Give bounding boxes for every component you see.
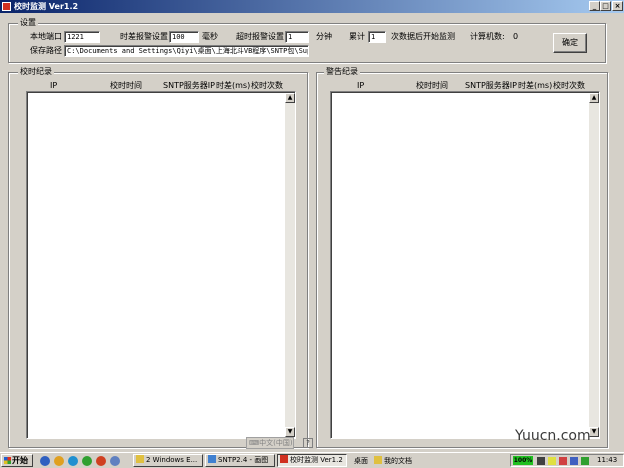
alarm-log-list[interactable]: ▲ ▼ <box>330 91 600 439</box>
save-path-label: 保存路径 <box>30 46 62 55</box>
alarm-col-ip[interactable]: IP <box>357 81 364 91</box>
timeout-input[interactable]: 1 <box>285 31 309 43</box>
app-icon <box>2 2 11 11</box>
time-diff-label: 时差报警设置 <box>120 32 168 41</box>
keyboard-icon: ⌨ <box>249 439 260 447</box>
timing-col-diff[interactable]: 时差(ms) <box>216 81 250 91</box>
task-label: SNTP2.4 - 画图 <box>218 456 269 464</box>
start-button[interactable]: 开始 <box>1 454 33 467</box>
quicklaunch-browser-icon[interactable] <box>54 456 64 466</box>
app-icon <box>280 455 288 463</box>
computer-count-value: 0 <box>513 32 519 41</box>
quicklaunch-app-icon[interactable] <box>110 456 120 466</box>
local-port-input[interactable]: 1221 <box>64 31 100 43</box>
scroll-down-button[interactable]: ▼ <box>285 427 295 437</box>
clock[interactable]: 11:43 <box>597 456 617 465</box>
paint-icon <box>208 455 216 463</box>
windows-flag-icon <box>4 457 11 464</box>
my-documents-toolbar[interactable]: 我的文档 <box>374 456 412 466</box>
alarm-log-title: 警告纪录 <box>324 66 360 77</box>
timeout-unit: 分钟 <box>316 32 332 41</box>
window-title: 校时监测 Ver1.2 <box>14 2 79 11</box>
network-icon[interactable] <box>537 457 545 465</box>
quicklaunch-ie-icon[interactable] <box>40 456 50 466</box>
ime-help-icon[interactable]: ? <box>303 438 313 448</box>
quicklaunch-media-icon[interactable] <box>68 456 78 466</box>
alarm-col-diff[interactable]: 时差(ms) <box>518 81 552 91</box>
alarm-col-server[interactable]: SNTP服务器IP <box>465 81 517 91</box>
settings-group-title: 设置 <box>18 17 38 28</box>
scroll-up-button[interactable]: ▲ <box>285 93 295 103</box>
title-bar[interactable]: 校时监测 Ver1.2 _ □ × <box>0 0 624 13</box>
antivirus-icon[interactable] <box>559 457 567 465</box>
timing-col-count[interactable]: 校时次数 <box>251 81 283 91</box>
timing-col-server[interactable]: SNTP服务器IP <box>163 81 215 91</box>
my-documents-label: 我的文档 <box>384 457 412 465</box>
timing-log-scrollbar[interactable]: ▲ ▼ <box>285 93 295 437</box>
alarm-col-count[interactable]: 校时次数 <box>553 81 585 91</box>
task-paint[interactable]: SNTP2.4 - 画图 <box>205 454 275 467</box>
battery-indicator[interactable]: 100% <box>513 456 533 465</box>
accum-label: 累计 <box>349 32 365 41</box>
task-windows-explorer[interactable]: 2 Windows E... <box>133 454 203 467</box>
accum-suffix: 次数据后开始监测 <box>391 32 455 41</box>
quicklaunch-tool-icon[interactable] <box>82 456 92 466</box>
save-path-input[interactable]: C:\Documents and Settings\Qiyi\桌面\上海北斗VB… <box>64 45 309 57</box>
alarm-log-scrollbar[interactable]: ▲ ▼ <box>589 93 599 437</box>
quicklaunch-shield-icon[interactable] <box>96 456 106 466</box>
settings-group <box>8 23 606 63</box>
desktop-toolbar-label[interactable]: 桌面 <box>354 456 368 466</box>
time-diff-input[interactable]: 100 <box>169 31 199 43</box>
folder-icon <box>136 455 144 463</box>
computer-count-label: 计算机数: <box>470 32 505 41</box>
timing-log-list[interactable]: ▲ ▼ <box>26 91 296 439</box>
taskbar: 开始 2 Windows E... SNTP2.4 - 画图 校时监测 Ver1… <box>0 452 624 468</box>
speaker-icon[interactable] <box>548 457 556 465</box>
task-label: 2 Windows E... <box>146 456 198 464</box>
task-label: 校时监测 Ver1.2 <box>290 456 343 464</box>
local-port-label: 本地端口 <box>30 32 62 41</box>
task-timing-monitor[interactable]: 校时监测 Ver1.2 <box>277 454 347 467</box>
close-button[interactable]: × <box>612 1 623 11</box>
timing-log-title: 校时纪录 <box>18 66 54 77</box>
alarm-col-time[interactable]: 校时时间 <box>416 81 448 91</box>
timeout-label: 超时报警设置 <box>236 32 284 41</box>
scroll-up-button[interactable]: ▲ <box>589 93 599 103</box>
tray-app-icon[interactable] <box>570 457 578 465</box>
ime-label: 中文(中国) <box>259 439 293 447</box>
accum-input[interactable]: 1 <box>368 31 386 43</box>
timing-col-time[interactable]: 校时时间 <box>110 81 142 91</box>
timing-col-ip[interactable]: IP <box>50 81 57 91</box>
maximize-button[interactable]: □ <box>600 1 611 11</box>
start-label: 开始 <box>12 456 28 465</box>
ime-bar[interactable]: ⌨中文(中国) <box>246 437 294 449</box>
folder-icon <box>374 456 382 464</box>
confirm-button[interactable]: 确定 <box>553 33 587 53</box>
time-diff-unit: 毫秒 <box>202 32 218 41</box>
tray-monitor-icon[interactable] <box>581 457 589 465</box>
minimize-button[interactable]: _ <box>589 1 600 11</box>
watermark: Yuucn.com <box>515 428 591 444</box>
system-tray: 100% 11:43 <box>510 454 624 467</box>
